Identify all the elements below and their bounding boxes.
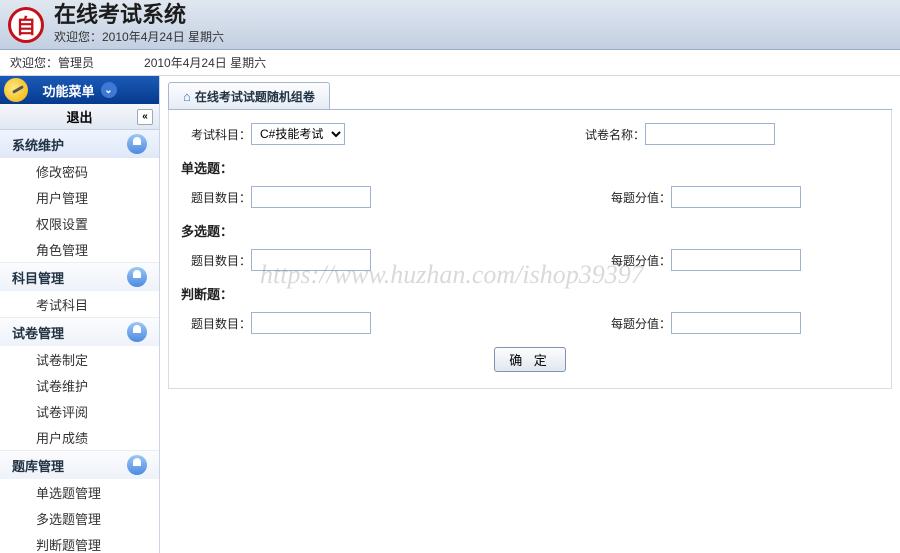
paper-name-input[interactable] bbox=[645, 123, 775, 145]
judge-score-input[interactable] bbox=[671, 312, 801, 334]
menu-item-paper-maintain[interactable]: 试卷维护 bbox=[0, 372, 159, 398]
judge-count-label: 题目数目： bbox=[181, 315, 251, 332]
single-count-label: 题目数目： bbox=[181, 189, 251, 206]
multi-score-label: 每题分值： bbox=[601, 252, 671, 269]
welcome-bar: 欢迎您：管理员 2010年4月24日 星期六 bbox=[0, 50, 900, 76]
exit-label: 退出 bbox=[66, 107, 92, 126]
multi-count-label: 题目数目： bbox=[181, 252, 251, 269]
form-area: 考试科目： C#技能考试 试卷名称： 单选题： 题目数目： 每题分值： 多选题：… bbox=[168, 110, 892, 389]
menu-group-title: 试卷管理 bbox=[12, 323, 64, 342]
menu-item-multi-q[interactable]: 多选题管理 bbox=[0, 505, 159, 531]
welcome-date: 2010年4月24日 星期六 bbox=[144, 54, 266, 71]
menu-group-title: 科目管理 bbox=[12, 268, 64, 287]
user-icon bbox=[127, 455, 147, 475]
app-header: 自 在线考试系统 欢迎您：2010年4月24日 星期六 bbox=[0, 0, 900, 50]
menu-group-subject: 科目管理 考试科目 bbox=[0, 263, 159, 318]
menu-item-change-password[interactable]: 修改密码 bbox=[0, 158, 159, 184]
menu-group-title: 系统维护 bbox=[12, 135, 64, 154]
tab-bar: ⌂ 在线考试试题随机组卷 bbox=[168, 82, 892, 110]
logo-glyph: 自 bbox=[16, 10, 36, 39]
main-panel: ⌂ 在线考试试题随机组卷 考试科目： C#技能考试 试卷名称： 单选题： 题目数… bbox=[160, 76, 900, 553]
home-icon: ⌂ bbox=[183, 89, 191, 104]
menu-group-head-paper[interactable]: 试卷管理 bbox=[0, 318, 159, 346]
menu-header: 功能菜单 ⌄ bbox=[0, 76, 159, 104]
user-icon bbox=[127, 267, 147, 287]
menu-group-question: 题库管理 单选题管理 多选题管理 判断题管理 bbox=[0, 451, 159, 553]
menu-item-exam-subject[interactable]: 考试科目 bbox=[0, 291, 159, 317]
welcome-user: 管理员 bbox=[58, 56, 94, 70]
judge-count-input[interactable] bbox=[251, 312, 371, 334]
subject-select[interactable]: C#技能考试 bbox=[251, 123, 345, 145]
menu-group-system: 系统维护 修改密码 用户管理 权限设置 角色管理 bbox=[0, 130, 159, 263]
single-score-input[interactable] bbox=[671, 186, 801, 208]
menu-item-single-q[interactable]: 单选题管理 bbox=[0, 479, 159, 505]
menu-group-head-question[interactable]: 题库管理 bbox=[0, 451, 159, 479]
multi-score-input[interactable] bbox=[671, 249, 801, 271]
tab-title: 在线考试试题随机组卷 bbox=[195, 88, 315, 105]
menu-item-paper-create[interactable]: 试卷制定 bbox=[0, 346, 159, 372]
app-logo: 自 bbox=[8, 7, 44, 43]
submit-button[interactable]: 确 定 bbox=[494, 347, 566, 372]
menu-item-judge-q[interactable]: 判断题管理 bbox=[0, 531, 159, 553]
menu-list: 系统维护 修改密码 用户管理 权限设置 角色管理 科目管理 考试科目 试卷管理 bbox=[0, 130, 159, 553]
collapse-button[interactable]: « bbox=[137, 109, 153, 125]
tab-random-paper[interactable]: ⌂ 在线考试试题随机组卷 bbox=[168, 82, 330, 109]
menu-item-permission[interactable]: 权限设置 bbox=[0, 210, 159, 236]
welcome-prefix: 欢迎您： bbox=[10, 56, 58, 70]
single-section: 单选题： bbox=[181, 154, 879, 181]
judge-score-label: 每题分值： bbox=[601, 315, 671, 332]
user-icon bbox=[127, 134, 147, 154]
multi-count-input[interactable] bbox=[251, 249, 371, 271]
app-subtitle: 欢迎您：2010年4月24日 星期六 bbox=[54, 28, 224, 45]
menu-item-user-score[interactable]: 用户成绩 bbox=[0, 424, 159, 450]
single-count-input[interactable] bbox=[251, 186, 371, 208]
menu-label: 功能菜单 bbox=[42, 81, 94, 100]
exit-button[interactable]: 退出 « bbox=[0, 104, 159, 130]
sidebar: 功能菜单 ⌄ 退出 « 系统维护 修改密码 用户管理 权限设置 角色管理 科目管… bbox=[0, 76, 160, 553]
paper-name-label: 试卷名称： bbox=[575, 126, 645, 143]
user-icon bbox=[127, 322, 147, 342]
judge-section: 判断题： bbox=[181, 280, 879, 307]
subject-label: 考试科目： bbox=[181, 126, 251, 143]
menu-item-user-manage[interactable]: 用户管理 bbox=[0, 184, 159, 210]
menu-item-paper-review[interactable]: 试卷评阅 bbox=[0, 398, 159, 424]
app-title: 在线考试系统 bbox=[54, 4, 224, 26]
chevron-down-icon[interactable]: ⌄ bbox=[101, 82, 117, 98]
menu-item-role-manage[interactable]: 角色管理 bbox=[0, 236, 159, 262]
menu-group-head-subject[interactable]: 科目管理 bbox=[0, 263, 159, 291]
menu-group-title: 题库管理 bbox=[12, 456, 64, 475]
bell-icon bbox=[4, 78, 28, 102]
single-score-label: 每题分值： bbox=[601, 189, 671, 206]
menu-group-paper: 试卷管理 试卷制定 试卷维护 试卷评阅 用户成绩 bbox=[0, 318, 159, 451]
menu-group-head-system[interactable]: 系统维护 bbox=[0, 130, 159, 158]
multi-section: 多选题： bbox=[181, 217, 879, 244]
